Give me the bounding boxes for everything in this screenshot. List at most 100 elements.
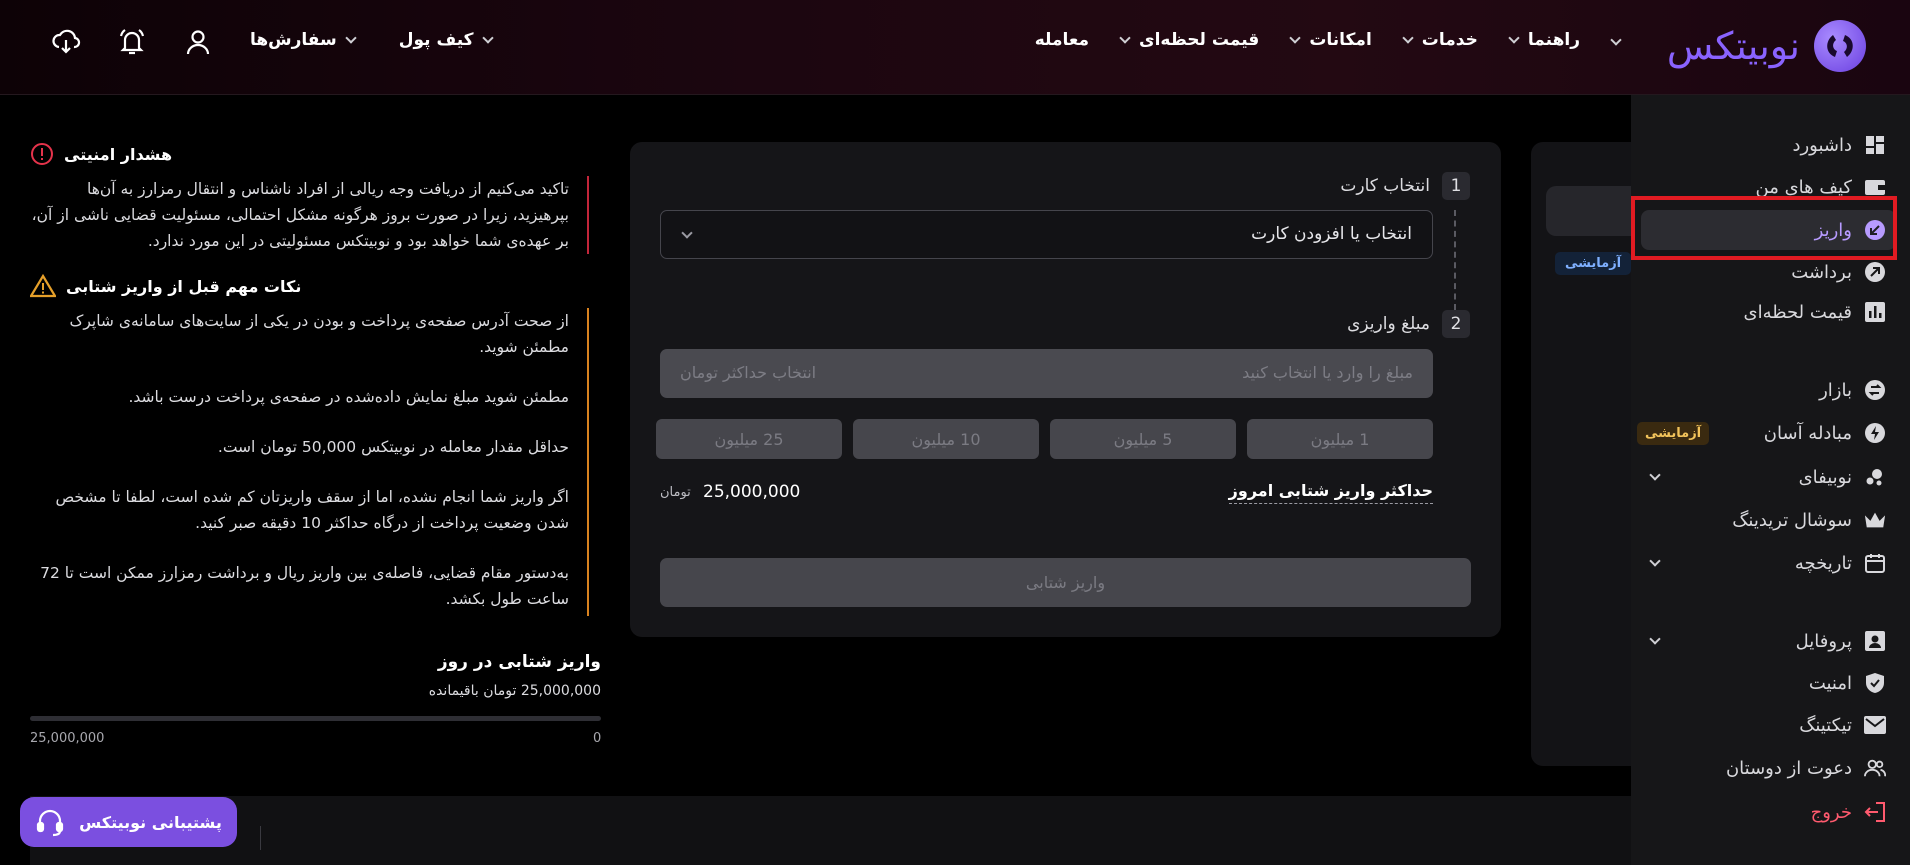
nav-item-orders[interactable]: سفارش‌ها — [250, 30, 357, 50]
mail-icon — [1864, 714, 1886, 736]
note-item: مطمئن شوید مبلغ نمایش داده‌شده در صفحه‌ی… — [128, 388, 569, 406]
chart-icon — [1864, 301, 1886, 323]
nav-item-services[interactable]: خدمات — [1402, 30, 1478, 50]
chevron-down-icon — [681, 227, 693, 239]
nav-item-trade[interactable]: معامله — [1035, 30, 1089, 50]
max-today-label: حداکثر واریز شتابی امروز — [1228, 481, 1433, 504]
main-nav: معامله قیمت لحظه‌ای امکانات خدمات راهنما — [1035, 30, 1622, 50]
notes-title: نکات مهم قبل از واریز شتابی — [30, 274, 601, 298]
shield-icon — [1864, 672, 1886, 694]
warning-triangle-icon — [30, 274, 56, 298]
step-number: 2 — [1442, 310, 1470, 338]
wallet-icon — [1864, 176, 1886, 198]
max-today-value: 25,000,000 — [703, 482, 801, 502]
sidebar-item-label: داشبورد — [1792, 134, 1852, 156]
bottom-bar — [30, 796, 1631, 865]
nav-item-label: معامله — [1034, 30, 1090, 50]
note-item: حداقل مقدار معامله در نوبیتکس 50,000 توم… — [217, 438, 569, 456]
crown-icon — [1864, 509, 1886, 531]
sidebar-item-label: قیمت لحظه‌ای — [1743, 301, 1852, 323]
download-app-icon[interactable] — [50, 26, 82, 58]
amount-chip[interactable]: 10 میلیون — [853, 419, 1039, 459]
bolt-icon — [1864, 422, 1886, 444]
card-select[interactable]: انتخاب یا افزودن کارت — [660, 210, 1433, 259]
security-warning-text: تاکید می‌کنیم از دریافت وجه ریالی از افر… — [30, 176, 589, 254]
user-nav: سفارش‌ها کیف پول — [250, 30, 494, 50]
market-icon — [1864, 379, 1886, 401]
brand-logo[interactable]: نوبیتکس — [1667, 20, 1866, 72]
amount-chip[interactable]: 1 میلیون — [1247, 419, 1433, 459]
instant-deposit-button[interactable]: واریز شتابی — [660, 558, 1471, 607]
profile-icon — [1864, 630, 1886, 652]
sidebar-item-profile[interactable]: پروفایل — [1641, 621, 1896, 661]
step-number: 1 — [1442, 172, 1470, 200]
nobitex-logo-icon — [1814, 20, 1866, 72]
brand-name: نوبیتکس — [1666, 24, 1800, 68]
step-2-header: 2 مبلغ واریزی — [1347, 310, 1470, 338]
headset-icon — [37, 809, 64, 837]
amount-chip[interactable]: 5 میلیون — [1050, 419, 1236, 459]
sidebar-item-label: کیف های من — [1755, 176, 1853, 198]
side-panel-tab[interactable] — [1546, 186, 1631, 236]
nav-item-help[interactable]: راهنما — [1508, 30, 1580, 50]
info-panel: هشدار امنیتی تاکید می‌کنیم از دریافت وجه… — [30, 142, 601, 616]
sidebar-item-label: پروفایل — [1795, 630, 1852, 652]
dashboard-icon — [1864, 134, 1886, 156]
chevron-down-icon — [1610, 34, 1622, 46]
sidebar-item-label: نوبیفای — [1798, 466, 1852, 488]
daily-limit-title: واریز شتابی در روز — [437, 652, 601, 672]
nav-item-label: امکانات — [1309, 30, 1372, 50]
security-title-text: هشدار امنیتی — [64, 144, 173, 164]
note-item: اگر واریز شما انجام نشده، اما از سقف وار… — [55, 488, 569, 532]
sidebar-item-logout[interactable]: خروج — [1641, 792, 1896, 832]
sidebar-item-label: امنیت — [1808, 672, 1852, 694]
sidebar-item-ticketing[interactable]: تیکتینگ — [1641, 705, 1896, 745]
step-label: انتخاب کارت — [1340, 176, 1430, 196]
select-max-button[interactable]: انتخاب حداکثر تومان — [680, 363, 816, 382]
notes-title-text: نکات مهم قبل از واریز شتابی — [66, 276, 302, 296]
amount-chip[interactable]: 25 میلیون — [656, 419, 842, 459]
sidebar-item-nobify[interactable]: نوبیفای — [1641, 457, 1896, 497]
amount-input[interactable]: مبلغ را وارد یا انتخاب کنید انتخاب حداکث… — [660, 349, 1433, 398]
daily-limit-remaining: 25,000,000 تومان باقیمانده — [428, 683, 601, 699]
nav-item-prices[interactable]: قیمت لحظه‌ای — [1119, 30, 1259, 50]
user-icon[interactable] — [182, 26, 214, 58]
sidebar-item-invite[interactable]: دعوت از دوستان — [1641, 748, 1896, 788]
support-button[interactable]: پشتیبانی نوبیتکس — [20, 797, 237, 847]
step-label: مبلغ واریزی — [1347, 314, 1430, 334]
sidebar-item-easy-swap[interactable]: مبادله آسان آزمایشی — [1637, 413, 1896, 453]
max-today-unit: تومان — [660, 485, 691, 500]
sidebar-item-history[interactable]: تاریخچه — [1641, 543, 1896, 583]
sidebar-item-market[interactable]: بازار — [1641, 370, 1896, 410]
nav-item-label: کیف پول — [398, 30, 474, 50]
divider — [260, 826, 261, 850]
users-icon — [1864, 757, 1886, 779]
note-item: به‌دستور مقام قضایی، فاصله‌ی بین واریز ر… — [40, 564, 569, 608]
sidebar-item-label: بازار — [1819, 379, 1852, 401]
note-item: از صحت آدرس صفحه‌ی پرداخت و بودن در یکی … — [69, 312, 569, 356]
security-warning-title: هشدار امنیتی — [30, 142, 601, 166]
nav-item-features[interactable]: امکانات — [1289, 30, 1372, 50]
sidebar-item-prices[interactable]: قیمت لحظه‌ای — [1641, 292, 1896, 332]
alert-circle-icon — [31, 143, 53, 165]
chevron-down-icon — [1649, 469, 1661, 481]
sidebar-item-label: دعوت از دوستان — [1725, 757, 1852, 779]
sidebar-item-label: خروج — [1810, 801, 1852, 823]
nav-item-label: خدمات — [1421, 30, 1478, 50]
nobify-icon — [1864, 466, 1886, 488]
nav-item-wallet[interactable]: کیف پول — [398, 30, 494, 50]
daily-limit-max-value: 25,000,000 — [30, 731, 105, 746]
sidebar-item-social-trading[interactable]: سوشال تریدینگ — [1641, 500, 1896, 540]
header-icons — [50, 26, 214, 58]
chevron-down-icon — [1508, 32, 1520, 44]
step-connector — [1454, 210, 1456, 310]
chevron-down-icon — [1649, 633, 1661, 645]
bell-icon[interactable] — [116, 26, 148, 58]
sidebar-item-security[interactable]: امنیت — [1641, 663, 1896, 703]
daily-limit-min-value: 0 — [593, 731, 602, 746]
sidebar-item-label: تاریخچه — [1794, 552, 1852, 574]
chevron-down-icon — [481, 32, 494, 44]
support-label: پشتیبانی نوبیتکس — [79, 812, 222, 832]
notes-list: از صحت آدرس صفحه‌ی پرداخت و بودن در یکی … — [30, 308, 589, 616]
sidebar-item-dashboard[interactable]: داشبورد — [1641, 125, 1896, 165]
